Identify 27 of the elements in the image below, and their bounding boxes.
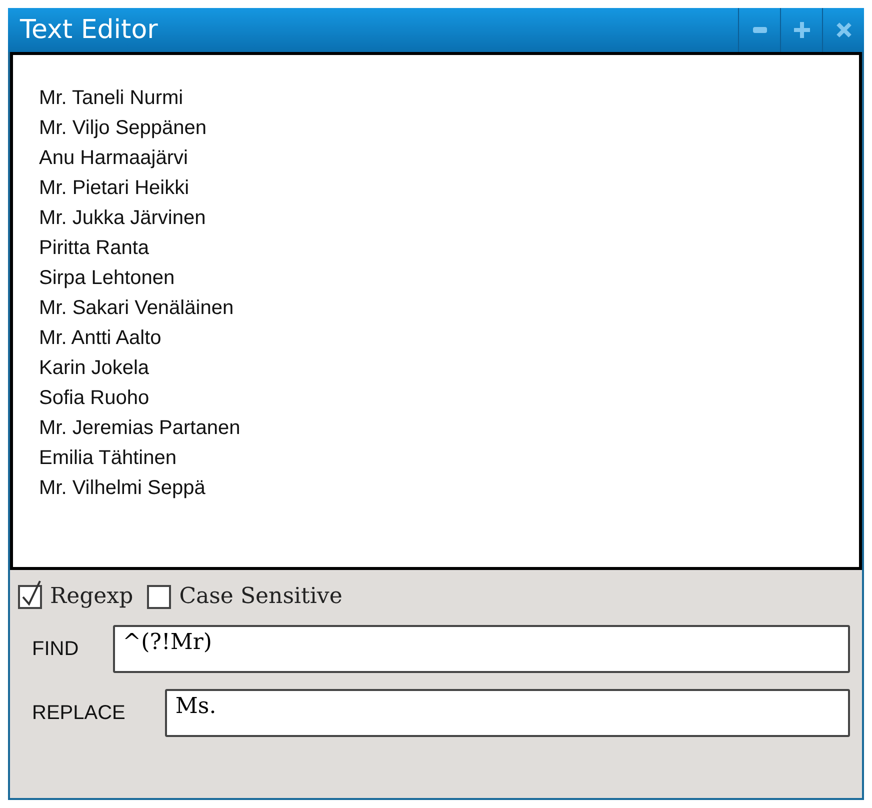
text-line: Mr. Antti Aalto [39, 326, 162, 351]
field-label: REPLACE [32, 702, 126, 724]
close-icon [836, 22, 852, 38]
text-line: Sofia Ruoho [39, 386, 150, 411]
input-field[interactable]: ^(?!Mr) [112, 625, 850, 673]
text-line: Mr. Jeremias Partanen [39, 416, 242, 441]
checkbox-label: Case Sensitive [179, 584, 342, 609]
field-label: FIND [32, 638, 79, 660]
text-line: Emilia Tähtinen [39, 446, 178, 471]
text-line: Mr. Jukka Järvinen [39, 206, 207, 231]
text-line: Mr. Pietari Heikki [39, 176, 190, 201]
text-line: Mr. Viljo Seppänen [39, 116, 208, 141]
text-line: Sirpa Lehtonen [39, 266, 176, 291]
minimize-icon [752, 27, 766, 33]
window-title: Text Editor [18, 15, 159, 45]
checkbox[interactable] [147, 584, 172, 608]
text-line: Mr. Sakari Venäläinen [39, 296, 235, 321]
checkbox-label: Regexp [50, 584, 134, 609]
text-line: Piritta Ranta [39, 236, 150, 261]
text-area[interactable] [10, 52, 862, 570]
text-line: Mr. Vilhelmi Seppä [39, 476, 206, 501]
input-field[interactable]: Ms. [165, 689, 850, 737]
text-line: Anu Harmaajärvi [39, 146, 189, 171]
plus-icon [794, 22, 810, 38]
check-icon [20, 578, 42, 606]
text-line: Karin Jokela [39, 356, 150, 381]
text-line: Mr. Taneli Nurmi [39, 86, 184, 111]
